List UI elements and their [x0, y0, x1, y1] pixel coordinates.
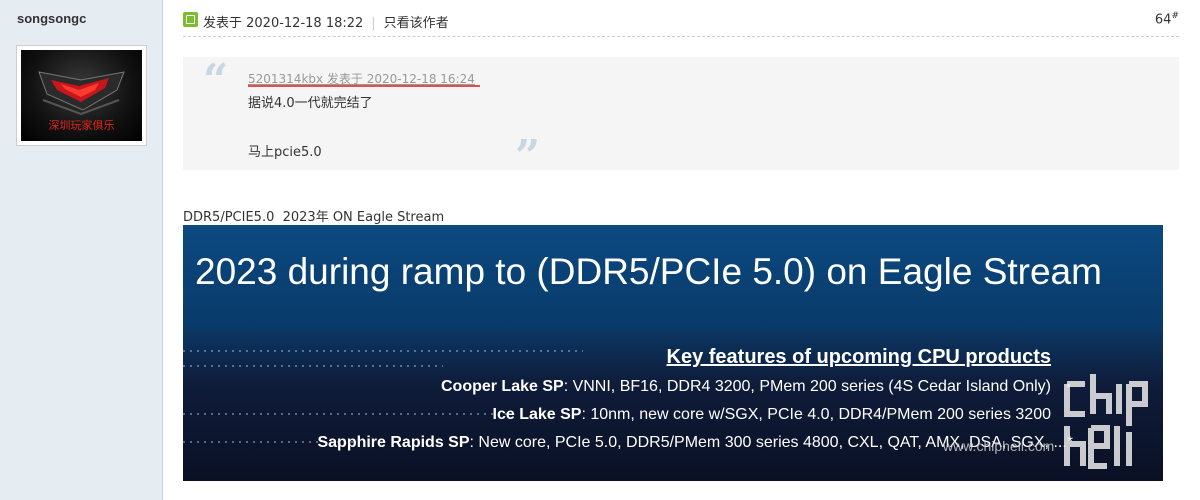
quote-text-line: 马上pcie5.0 [248, 145, 322, 160]
slide-heading: Key features of upcoming CPU products [666, 346, 1052, 368]
quote-block: “ 5201314kbx 发表于 2020-12-18 16:24 据说4.0一… [183, 55, 1179, 179]
separator: | [371, 16, 376, 31]
floor-number[interactable]: 64# [1155, 11, 1179, 27]
feature-desc: : VNNI, BF16, DDR4 3200, PMem 200 series… [563, 378, 1051, 395]
quote-source-underline [248, 85, 480, 87]
watermark-url: www.chiphell.com [943, 438, 1055, 454]
feature-name: Ice Lake SP [492, 406, 582, 423]
decorative-dots [183, 365, 443, 367]
avatar-frame: 深圳玩家俱乐 [16, 45, 147, 146]
author-sidebar: songsongc 深圳玩家俱乐 [0, 0, 163, 500]
floor-mark: # [1171, 11, 1179, 21]
post-body-text: DDR5/PCIE5.0 2023年 ON Eagle Stream [183, 210, 445, 225]
post-meta: 发表于 2020-12-18 18:22 | 只看该作者 [203, 12, 449, 31]
quote-open-icon: “ [203, 55, 229, 106]
post-header: 发表于 2020-12-18 18:22 | 只看该作者 64# [183, 11, 1179, 37]
avatar[interactable]: 深圳玩家俱乐 [21, 50, 142, 141]
feature-name: Sapphire Rapids SP [317, 434, 470, 451]
only-author-link[interactable]: 只看该作者 [384, 16, 449, 31]
decorative-dots [183, 413, 513, 415]
quote-close-icon: ” [515, 131, 541, 182]
feature-line: Cooper Lake SP: VNNI, BF16, DDR4 3200, P… [441, 378, 1051, 396]
floor-number-value: 64 [1154, 12, 1172, 28]
feature-desc: : 10nm, new core w/SGX, PCIe 4.0, DDR4/P… [581, 406, 1051, 423]
chiphell-watermark-icon [1064, 374, 1148, 469]
post-image[interactable]: 2023 during ramp to (DDR5/PCIe 5.0) on E… [183, 225, 1163, 481]
quote-text-line: 据说4.0一代就完结了 [248, 96, 373, 111]
feature-name: Cooper Lake SP [440, 378, 564, 395]
online-status-icon [183, 12, 198, 27]
feature-line: Ice Lake SP: 10nm, new core w/SGX, PCIe … [493, 406, 1052, 424]
slide-title: 2023 during ramp to (DDR5/PCIe 5.0) on E… [195, 251, 1102, 292]
decorative-dots [183, 350, 583, 352]
post-time: 发表于 2020-12-18 18:22 [203, 16, 364, 31]
author-name-link[interactable]: songsongc [17, 11, 86, 26]
avatar-caption: 深圳玩家俱乐 [48, 119, 115, 132]
